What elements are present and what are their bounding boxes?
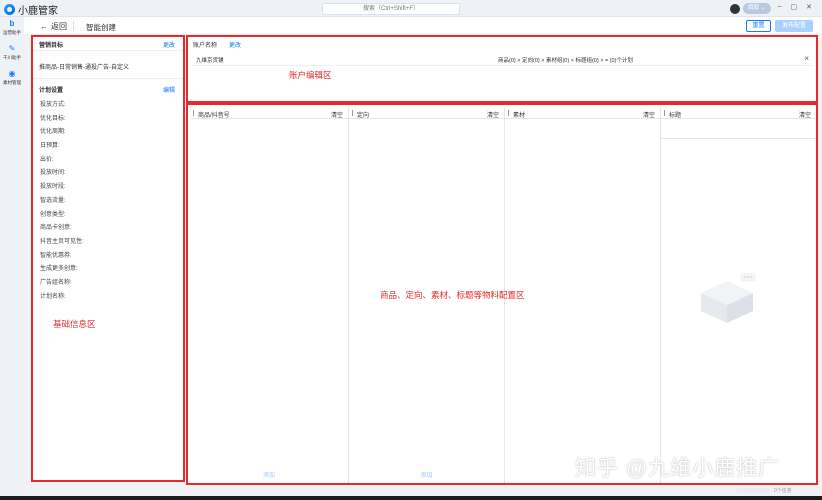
clear-button[interactable]: 清空 [331,110,343,119]
zone-label-material-config: 商品、定向、素材、标题等物料配置区 [380,290,525,300]
back-label: 返回 [51,22,67,31]
change-marketing-goal-link[interactable]: 更改 [163,40,175,49]
task-progress-bar [736,488,770,493]
field-plan-name: 计划名称: [40,294,66,300]
field-smart-coupon: 智能优惠券: [40,253,72,259]
account-edit-panel: 账户名称 更改 九维京货铺 商品(0) × 定向(0) × 素材组(0) × 标… [186,35,818,103]
column-product-douyin: 商品/抖音号 清空 添加 [190,107,349,483]
drag-handle-icon[interactable] [193,110,194,116]
add-button[interactable]: 添加 [190,470,348,479]
task-count[interactable]: 0个任务 [774,487,792,494]
field-douyin-home-visibility: 抖音主页可见性: [40,239,84,245]
nav-item-label: 千川助手 [3,55,21,60]
column-header: 标题 清空 [661,107,816,119]
user-plan-label: 旗舰 [748,5,760,11]
field-bid: 出价: [40,157,54,163]
reset-button[interactable]: 重置 [746,20,771,32]
column-title: 商品/抖音号 [198,113,230,119]
nav-item-label: 素材管理 [3,80,21,85]
empty-box-icon [701,273,756,323]
user-menu[interactable]: 旗舰 ⌄ [730,3,771,14]
page-title: 智能创建 [86,23,116,32]
page-header: ← 返回 智能创建 重置 发布配置 [24,17,822,35]
zone-label-basic-info: 基础信息区 [53,319,96,329]
column-title: 标题 [669,113,682,119]
field-smart-traffic: 智选流量: [40,198,66,204]
nav-item-label: 运营助手 [3,30,21,35]
back-button[interactable]: ← 返回 [40,21,67,32]
task-status-bar: 0个任务 [736,487,792,494]
material-config-panel: 商品/抖音号 清空 添加 定向 清空 添加 素材 清空 标题 清空 商品、定向、… [186,103,818,485]
watermark: 知乎 @九维小鹿推广 [575,457,781,480]
plan-settings-label: 计划设置 [39,88,64,94]
side-nav: b 运营助手 ✎ 千川助手 ◉ 素材管理 [0,17,24,500]
field-product-card-creative: 商品卡创意: [40,225,72,231]
drag-handle-icon[interactable] [352,110,353,116]
field-delivery-time: 投放时间: [40,170,66,176]
basic-info-panel: 营销目标 更改 推商品-日常销售-通投广告-自定义 计划设置 编辑 投放方式: … [31,35,185,482]
divider [33,50,183,51]
zone-label-account-edit: 账户编辑区 [289,70,332,80]
circle-dot-icon: ◉ [8,69,16,78]
publish-config-button[interactable]: 发布配置 [775,20,813,32]
field-optimization-goal: 优化目标: [40,116,66,122]
nav-item-material-manage[interactable]: ◉ 素材管理 [0,70,24,86]
app-logo: 小鹿管家 [4,2,58,17]
edit-plan-settings-link[interactable]: 编辑 [163,85,175,94]
field-ad-group-name: 广告组名称: [40,280,72,286]
column-title-list: 标题 清空 [661,107,816,483]
close-icon[interactable]: × [804,54,809,63]
column-header: 素材 清空 [505,107,660,119]
column-header: 商品/抖音号 清空 [190,107,348,119]
clear-button[interactable]: 清空 [799,110,811,119]
column-header: 定向 清空 [349,107,504,119]
clear-button[interactable]: 清空 [487,110,499,119]
feather-icon: ✎ [8,44,16,53]
drag-handle-icon[interactable] [664,110,665,116]
field-generate-more-creatives: 生成更多创意: [40,266,78,272]
column-material: 素材 清空 [505,107,661,483]
title-bar: 小鹿管家 搜索（Ctrl+Shift+F） 旗舰 ⌄ – ▢ ✕ [0,0,822,17]
marketing-goal-value: 推商品-日常销售-通投广告-自定义 [39,65,129,71]
global-search-input[interactable]: 搜索（Ctrl+Shift+F） [322,3,460,15]
account-name-header: 账户名称 [193,43,218,49]
field-daily-budget: 日预算: [40,143,60,149]
b-logo-icon: b [9,19,15,28]
column-title: 定向 [357,113,370,119]
header-divider [73,21,74,31]
app-name: 小鹿管家 [18,6,58,17]
close-window-icon[interactable]: ✕ [806,3,812,11]
add-button[interactable]: 添加 [349,470,504,479]
arrow-left-icon: ← [40,22,48,31]
account-name: 九维京货铺 [196,58,224,64]
taskbar-strip [0,496,822,500]
chevron-down-icon: ⌄ [761,5,766,11]
account-row: 九维京货铺 商品(0) × 定向(0) × 素材组(0) × 标题组(0) × … [192,52,814,66]
field-delivery-method: 投放方式: [40,102,66,108]
user-plan-badge[interactable]: 旗舰 ⌄ [743,3,771,14]
change-account-link[interactable]: 更改 [229,40,241,49]
column-subheader [661,119,816,139]
app-logo-icon [4,4,15,15]
marketing-goal-label: 营销目标 [39,43,64,49]
minimize-icon[interactable]: – [778,3,782,11]
nav-item-qianchuan-assistant[interactable]: ✎ 千川助手 [0,45,24,61]
divider [33,78,183,79]
clear-button[interactable]: 清空 [643,110,655,119]
avatar[interactable] [730,3,740,14]
field-creative-type: 创意类型: [40,212,66,218]
field-delivery-period: 投放时段: [40,184,66,190]
column-title: 素材 [513,113,526,119]
window-controls: – ▢ ✕ [778,3,812,11]
plan-count-summary: 商品(0) × 定向(0) × 素材组(0) × 标题组(0) × = (0)个… [498,58,633,64]
maximize-icon[interactable]: ▢ [791,3,798,11]
drag-handle-icon[interactable] [508,110,509,116]
nav-item-ops-assistant[interactable]: b 运营助手 [0,20,24,36]
field-optimization-cycle: 优化周期: [40,129,66,135]
